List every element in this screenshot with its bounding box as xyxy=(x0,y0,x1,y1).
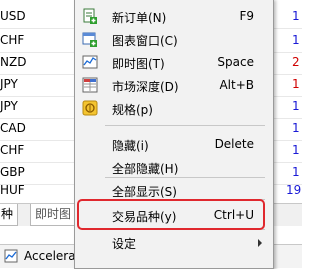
tab-symbols[interactable]: 种 xyxy=(0,204,19,226)
menu-item-shortcut: F9 xyxy=(239,9,254,23)
market-depth-icon xyxy=(82,77,98,93)
symbol-cell: GBP xyxy=(0,165,25,179)
value-cell: 1 xyxy=(292,99,300,113)
symbol-cell: JPY xyxy=(0,77,18,91)
tab-tick-chart[interactable]: 即时图 xyxy=(30,204,77,226)
symbol-cell: CHF xyxy=(0,33,25,47)
chart-window-icon xyxy=(82,32,97,47)
symbol-cell: USD xyxy=(0,9,26,23)
menu-item-label: 新订单(N) xyxy=(112,11,167,25)
value-cell: 1 xyxy=(292,77,300,91)
new-order-icon xyxy=(83,8,97,24)
symbol-cell: NZD xyxy=(0,55,27,69)
menu-separator xyxy=(105,177,265,178)
value-cell: 2 xyxy=(292,55,300,69)
footer-label[interactable]: Accelerat xyxy=(24,249,80,263)
submenu-arrow-icon xyxy=(258,239,262,247)
tick-chart-icon xyxy=(82,55,98,69)
indicator-icon xyxy=(4,249,18,263)
value-cell: 19 xyxy=(286,183,302,197)
menu-item-hide-all[interactable]: 全部隐藏(H) xyxy=(76,156,272,178)
menu-item-label: 规格(p) xyxy=(112,103,153,117)
highlight-annotation xyxy=(77,199,265,230)
menu-separator xyxy=(105,125,265,126)
menu-item-specification[interactable]: 规格(p) xyxy=(76,97,272,119)
symbol-cell: CHF xyxy=(0,143,25,157)
menu-item-shortcut: Alt+B xyxy=(219,78,254,92)
menu-item-label: 市场深度(D) xyxy=(112,80,179,94)
menu-item-shortcut: Space xyxy=(217,55,254,69)
specification-icon xyxy=(82,100,98,116)
value-cell: 1 xyxy=(292,165,300,179)
symbol-cell: CAD xyxy=(0,121,26,135)
menu-item-label: 全部隐藏(H) xyxy=(112,162,179,176)
menu-item-label: 图表窗口(C) xyxy=(112,34,178,48)
menu-item-show-all[interactable]: 全部显示(S) xyxy=(76,179,272,201)
symbol-cell: JPY xyxy=(0,99,18,113)
value-cell: 1 xyxy=(292,121,300,135)
value-cell: 1 xyxy=(292,143,300,157)
menu-item-label: 隐藏(i) xyxy=(112,139,149,153)
menu-item-chart-window[interactable]: 图表窗口(C) xyxy=(76,28,272,50)
menu-item-tick-chart[interactable]: 即时图(T) Space xyxy=(76,51,272,73)
value-cell: 1 xyxy=(292,33,300,47)
menu-item-label: 全部显示(S) xyxy=(112,185,177,199)
value-cell: 1 xyxy=(292,9,300,23)
menu-item-market-depth[interactable]: 市场深度(D) Alt+B xyxy=(76,74,272,96)
menu-item-hide[interactable]: 隐藏(i) Delete xyxy=(76,133,272,155)
menu-item-new-order[interactable]: 新订单(N) F9 xyxy=(76,5,272,27)
menu-item-settings[interactable]: 设定 xyxy=(76,231,272,253)
menu-item-label: 设定 xyxy=(112,237,137,251)
symbol-cell: HUF xyxy=(0,183,25,197)
menu-item-label: 即时图(T) xyxy=(112,57,165,71)
menu-item-shortcut: Delete xyxy=(214,137,254,151)
